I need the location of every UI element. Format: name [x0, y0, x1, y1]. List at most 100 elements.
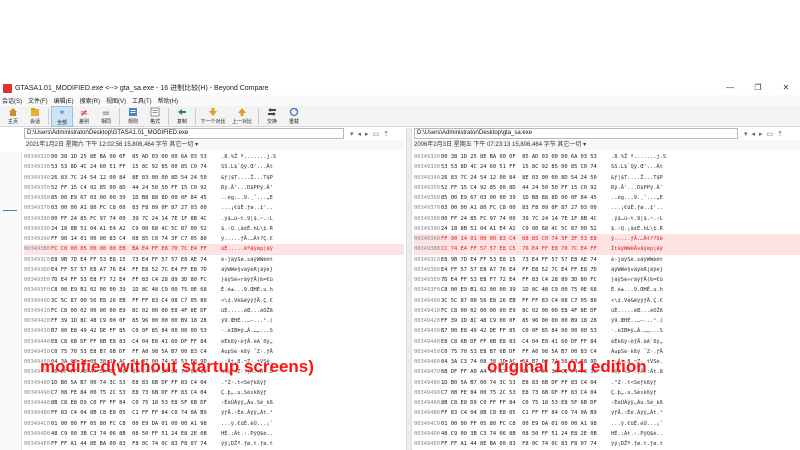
hex-ascii[interactable]: ...ÿ.€üÈ.éÚ...¡˜	[221, 419, 273, 429]
hex-bytes[interactable]: 03 00 00 A1 80 FC C8 00 83 F8 09 0F 87 2…	[51, 203, 221, 213]
hex-ascii[interactable]: ...¡€üÈ.ƒø..‡'..	[221, 203, 273, 213]
hex-ascii[interactable]: äÿWWè§väÿèR|äÿè}	[611, 265, 663, 275]
hex-ascii[interactable]: Ç.þ„.u,Sèskßÿƒ	[221, 388, 266, 398]
right-hex-pane[interactable]: 00349320 00 38 1D 25 8E BA 00 0F 85 AD 03…	[414, 152, 800, 450]
hex-bytes[interactable]: C0 75 70 53 E8 B7 6B DF FF A0 98 5A B7 0…	[441, 347, 611, 357]
hex-bytes[interactable]: FC C8 00 05 00 00 00 EB BA E4 FF E8 70 7…	[51, 244, 221, 254]
hex-row[interactable]: 003494B0 FF 83 C4 04 8B C8 E8 05 C1 FF FF…	[414, 408, 800, 418]
hex-bytes[interactable]: 7D E4 FF 53 E8 F7 72 E4 FF 83 C4 28 89 3…	[51, 275, 221, 285]
hex-bytes[interactable]: C8 00 E9 B1 02 00 00 39 1D 8C 48 C9 00 7…	[51, 285, 221, 295]
hex-row[interactable]: 003494E0 FF FF A1 44 8E BA 00 83 F8 0C 74…	[24, 439, 404, 449]
show-all-button[interactable]: * 全部	[51, 106, 73, 127]
hex-row[interactable]: 00349400 3C 5C 87 00 56 E8 26 EB FF FF 83…	[24, 296, 404, 306]
show-same-button[interactable]: = 相同	[95, 106, 117, 127]
hex-row[interactable]: 00349330 53 53 8D 4C 24 60 51 FF 15 8C 92…	[24, 162, 404, 172]
hex-ascii[interactable]: ..ég...9.¸ˆ...„E	[611, 193, 663, 203]
hex-bytes[interactable]: 53 53 8D 4C 24 60 51 FF 15 8C 92 85 00 8…	[441, 162, 611, 172]
hex-row[interactable]: 00349340 26 83 7C 24 54 12 00 84 8E 03 00…	[414, 173, 800, 183]
hex-ascii[interactable]: .8.%Ž º....­...j.S	[221, 152, 276, 162]
hex-ascii[interactable]: ÿ.....ƒÄ.…Àt??Sè	[611, 234, 663, 244]
hex-bytes[interactable]: 52 FF 15 C4 92 85 00 8D 44 24 50 50 FF 1…	[441, 183, 611, 193]
show-diff-button[interactable]: ≠ 差别	[73, 106, 95, 127]
hex-ascii[interactable]: ÌtäÿWWèÅväÿèp|äÿ	[611, 244, 663, 254]
hex-bytes[interactable]: FC C8 00 02 00 00 00 E9 8C 02 00 00 E8 4…	[441, 306, 611, 316]
hex-bytes[interactable]: 03 00 00 A1 80 FC C8 00 83 F8 09 0F 87 2…	[441, 203, 611, 213]
hex-row[interactable]: 00349450 C0 75 70 53 E8 B7 6B DF FF A0 98…	[414, 347, 800, 357]
hex-ascii[interactable]: }äÿSè÷räÿƒÄ(‰=€ü	[611, 275, 663, 285]
hex-bytes[interactable]: CC 74 E4 FF 57 57 E8 C5 76 E4 FF E8 70 7…	[441, 244, 611, 254]
hex-row[interactable]: 00349340 26 83 7C 24 54 12 00 84 8E 03 00…	[24, 173, 404, 183]
hex-ascii[interactable]: HÉ.;Ãt.‹.PÿQ$è..	[221, 429, 273, 439]
hex-row[interactable]: 00349390 24 18 8B 51 04 A1 E4 A2 C9 00 68…	[414, 224, 800, 234]
hex-ascii[interactable]: ÿƒÄ.‹Èè.Áÿÿ„Àt.¹	[611, 408, 663, 418]
hex-ascii[interactable]: ÿ9.ŒHÉ..…–...¹.(	[221, 316, 273, 326]
hex-ascii[interactable]: ..ég...9.¸ˆ...„E	[221, 193, 273, 203]
hex-ascii[interactable]: ÿ.....ƒÄ.…Àt?Ç.€	[221, 234, 273, 244]
menu-search[interactable]: 搜索(R)	[80, 96, 100, 105]
hex-row[interactable]: 00349490 C7 08 FE 84 00 75 2C 53 E8 73 6B…	[414, 388, 800, 398]
hex-ascii[interactable]: <\‡.Vè&ëÿÿƒÄ.Ç.€	[611, 296, 663, 306]
hex-ascii[interactable]: ·.èIBÞÿ…À.…„...S	[611, 326, 663, 336]
hex-bytes[interactable]: FF 39 1D 8C 48 C9 00 0F 85 96 00 00 00 B…	[441, 316, 611, 326]
hex-bytes[interactable]: C0 75 70 53 E8 B7 6B DF FF A0 98 5A B7 0…	[51, 347, 221, 357]
hex-ascii[interactable]: $.‹Q.¡ä¢É.hL\‡.R	[221, 224, 273, 234]
hex-ascii[interactable]: ...¡€üÈ.ƒø..‡'..	[611, 203, 663, 213]
hex-row[interactable]: 00349330 53 53 8D 4C 24 60 51 FF 15 8C 92…	[414, 162, 800, 172]
hex-ascii[interactable]: èÈkßÿ‹èƒÄ.èA`ßÿ„	[611, 337, 663, 347]
hex-bytes[interactable]: 8B C8 E8 D9 C0 FF FF 84 C0 75 18 53 E8 5…	[51, 398, 221, 408]
browse-folder-icon[interactable]: ▭	[767, 130, 774, 138]
hex-row[interactable]: 00349430 B7 00 E8 49 42 DE FF 85 C0 0F 85…	[24, 326, 404, 336]
maximize-button[interactable]: ❐	[744, 81, 772, 95]
hex-ascii[interactable]: .8.%Ž º....­...j.S	[611, 152, 666, 162]
hex-bytes[interactable]: FF 90 14 01 00 00 83 C4 08 85 C0 74 3F 3…	[441, 234, 611, 244]
hex-bytes[interactable]: E8 C8 6B DF FF 8B E8 83 C4 04 E8 41 60 D…	[441, 337, 611, 347]
hex-ascii[interactable]: }äÿSè÷räÿƒÄ(‰=€ü	[221, 275, 273, 285]
history-dropdown-icon[interactable]: ▾	[350, 130, 354, 138]
hex-row[interactable]: 00349420 FF 39 1D 8C 48 C9 00 0F 85 96 00…	[414, 316, 800, 326]
hex-bytes[interactable]: 3C 5C 87 00 56 E8 26 EB FF FF 83 C4 08 C…	[51, 296, 221, 306]
hex-bytes[interactable]: FC C8 00 02 00 00 00 E9 8C 02 00 00 E8 4…	[51, 306, 221, 316]
hex-row[interactable]: 003493E0 7D E4 FF 53 E8 F7 72 E4 FF 83 C4…	[414, 275, 800, 285]
hex-row[interactable]: 003493C0 E8 9B 7D E4 FF 53 E8 15 73 E4 FF…	[414, 255, 800, 265]
hex-bytes[interactable]: 53 53 8D 4C 24 60 51 FF 15 8C 92 85 00 8…	[51, 162, 221, 172]
hex-row[interactable]: 003493E0 7D E4 FF 53 E8 F7 72 E4 FF 83 C4…	[24, 275, 404, 285]
hex-row[interactable]: 003494D0 48 C9 00 3B C3 74 06 8B 08 50 FF…	[24, 429, 404, 439]
forward-icon[interactable]: ▸	[759, 130, 763, 138]
hex-row[interactable]: 003493B0 CC 74 E4 FF 57 57 E8 C5 76 E4 FF…	[414, 244, 800, 255]
hex-ascii[interactable]: <\‡.Vè&ëÿÿƒÄ.Ç.€	[221, 296, 273, 306]
hex-bytes[interactable]: FF FF A1 44 8E BA 00 83 F8 0C 74 0C 83 F…	[441, 439, 611, 449]
hex-ascii[interactable]: üÈ.....éŒ...èOŽß	[221, 306, 273, 316]
hex-ascii[interactable]: .°Z·.t<Sèƒkßÿƒ	[611, 378, 656, 388]
hex-row[interactable]: 00349440 E8 C8 6B DF FF 8B E8 83 C4 04 E8…	[414, 337, 800, 347]
menu-file[interactable]: 文件(F)	[28, 96, 48, 105]
hex-ascii[interactable]: Ç.þ„.u,Sèskßÿƒ	[611, 388, 656, 398]
pane-divider[interactable]	[406, 128, 412, 450]
hex-row[interactable]: 00349320 00 38 1D 25 8E BA 00 0F 85 AD 03…	[24, 152, 404, 162]
hex-row[interactable]: 00349490 C7 08 FE 84 00 75 2C 53 E8 73 6B…	[24, 388, 404, 398]
hex-row[interactable]: 00349360 85 00 E9 67 03 00 00 39 1D B8 88…	[414, 193, 800, 203]
hex-ascii[interactable]: HÉ.;Ãt.‹.PÿQ$è..	[611, 429, 663, 439]
hex-bytes[interactable]: E4 FF 57 57 E8 A7 76 E4 FF E8 52 7C E4 F…	[51, 265, 221, 275]
hex-bytes[interactable]: 48 C9 00 3B C3 74 06 8B 08 50 FF 51 24 E…	[51, 429, 221, 439]
hex-bytes[interactable]: 01 00 00 FF 05 80 FC C8 00 E9 DA 01 00 0…	[51, 419, 221, 429]
hex-bytes[interactable]: 85 00 E9 67 03 00 00 39 1D B8 88 8D 00 0…	[51, 193, 221, 203]
hex-row[interactable]: 00349360 85 00 E9 67 03 00 00 39 1D B8 88…	[24, 193, 404, 203]
hex-bytes[interactable]: B7 00 E8 49 42 DE FF 85 C0 0F 85 84 00 0…	[51, 326, 221, 336]
hex-ascii[interactable]: ÀupSè·kßÿ ˜Z·.ƒÄ	[221, 347, 273, 357]
home-button[interactable]: 主页	[2, 106, 24, 127]
hex-ascii[interactable]: È.é±...9.ŒHÉ.u.h	[611, 285, 663, 295]
hex-ascii[interactable]: Rÿ.Ä'...D$PPÿ.À'	[611, 183, 663, 193]
minimize-button[interactable]: —	[716, 81, 744, 95]
menu-view[interactable]: 视图(V)	[106, 96, 126, 105]
hex-bytes[interactable]: 8B C8 E8 D9 C0 FF FF 84 C0 75 18 53 E8 5…	[441, 398, 611, 408]
hex-bytes[interactable]: C7 08 FE 84 00 75 2C 53 E8 73 6B DF FF 8…	[441, 388, 611, 398]
hex-row[interactable]: 003494C0 01 00 00 FF 05 80 FC C8 00 E9 DA…	[414, 419, 800, 429]
hex-ascii[interactable]: ÿ9.ŒHÉ..…–...¹.(	[611, 316, 663, 326]
hex-bytes[interactable]: E8 9B 7D E4 FF 53 E8 15 73 E4 FF 57 57 E…	[51, 255, 221, 265]
hex-ascii[interactable]: È.é±...9.ŒHÉ.u.h	[221, 285, 273, 295]
format-button[interactable]: 格式	[144, 106, 166, 127]
hex-ascii[interactable]: ·.èIBÞÿ…À.…„...S	[221, 326, 273, 336]
hex-row[interactable]: 003494E0 FF FF A1 44 8E BA 00 83 F8 0C 74…	[414, 439, 800, 449]
hex-bytes[interactable]: 00 38 1D 25 8E BA 00 0F 85 AD 03 00 00 6…	[51, 152, 221, 162]
hex-row[interactable]: 00349380 00 FF 24 85 FC 97 74 00 39 7C 24…	[414, 214, 800, 224]
